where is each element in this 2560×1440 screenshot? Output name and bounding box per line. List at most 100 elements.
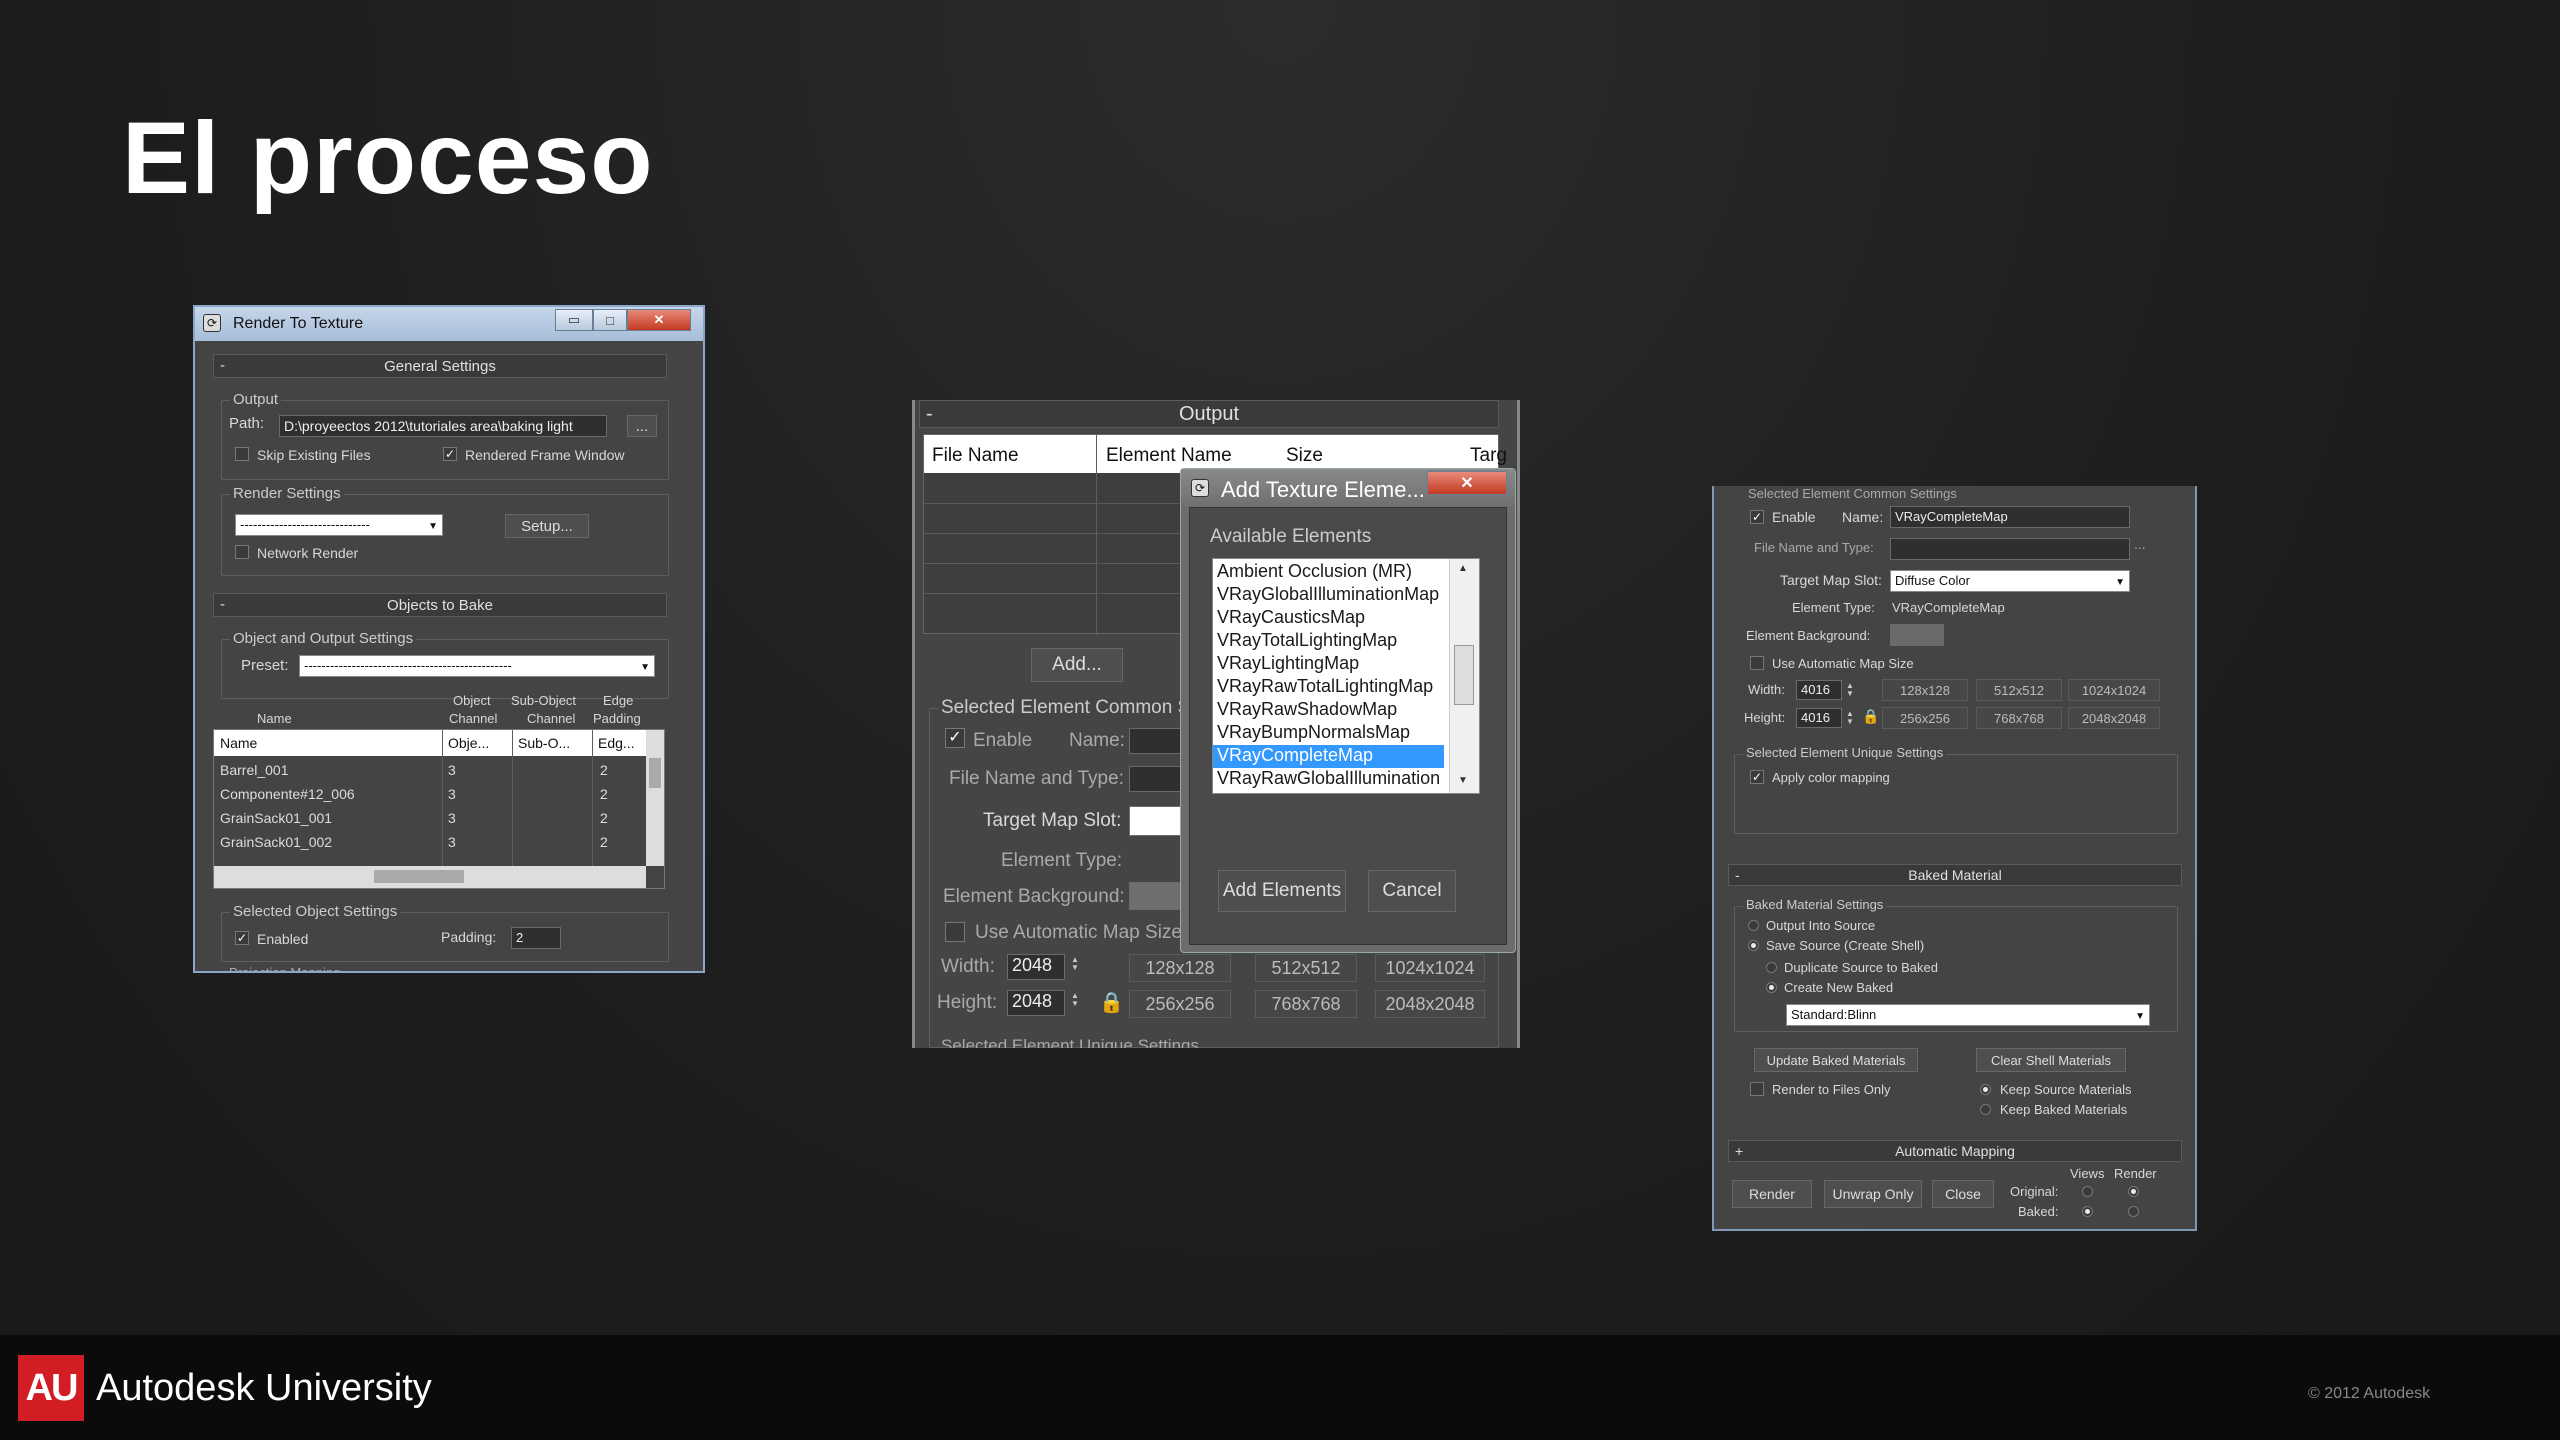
target-map-slot-dropdown[interactable]: Diffuse Color [1890,570,2130,592]
height-field[interactable]: 2048 [1007,990,1065,1016]
list-item[interactable]: VRayCausticsMap [1217,607,1365,630]
rendered-frame-window-checkbox[interactable]: ✓ [443,447,457,461]
list-item-selected[interactable]: VRayCompleteMap [1213,745,1444,768]
apply-color-mapping-checkbox[interactable]: ✓ [1750,770,1764,784]
size-256-button[interactable]: 256x256 [1129,990,1231,1018]
list-item[interactable]: VRayRawGlobalIllumination [1217,768,1440,791]
maximize-button[interactable]: □ [593,309,627,331]
list-item[interactable]: VRayBumpNormalsMap [1217,722,1410,745]
enabled-checkbox[interactable]: ✓ [235,931,249,945]
browse-button[interactable]: ... [2134,536,2146,552]
list-item[interactable]: VRayGlobalIlluminationMap [1217,584,1439,607]
width-spinner-icon[interactable]: ▲ ▼ [1846,682,1854,698]
list-item[interactable]: Ambient Occlusion (MR) [1217,561,1412,584]
window-titlebar[interactable]: ⟳ Render To Texture ▭ □ ✕ [195,307,703,341]
use-auto-map-size-checkbox[interactable] [945,922,965,942]
rollout-automatic-mapping[interactable]: + Automatic Mapping [1728,1140,2182,1162]
clear-shell-materials-button[interactable]: Clear Shell Materials [1976,1048,2126,1072]
original-render-radio[interactable] [2128,1186,2139,1197]
list-item[interactable]: VRayTotalLightingMap [1217,630,1397,653]
update-baked-materials-button[interactable]: Update Baked Materials [1754,1048,1918,1072]
dialog-close-button[interactable]: ✕ [1427,471,1507,495]
cancel-button[interactable]: Cancel [1368,870,1456,912]
height-field[interactable]: 4016 [1796,708,1842,728]
close-button[interactable]: Close [1932,1180,1994,1208]
path-field[interactable]: D:\proyeectos 2012\tutoriales area\bakin… [279,415,607,437]
keep-baked-materials-radio[interactable] [1980,1104,1991,1115]
close-button[interactable]: ✕ [627,309,691,331]
horizontal-scrollbar[interactable] [214,866,646,888]
render-preset-dropdown[interactable]: ------------------------------ [235,514,443,536]
dialog-titlebar[interactable]: ⟳ Add Texture Eleme... ✕ [1181,469,1515,507]
header-object-channel[interactable]: Obje... [448,735,489,751]
original-views-radio[interactable] [2082,1186,2093,1197]
network-render-checkbox[interactable] [235,545,249,559]
baked-render-radio[interactable] [2128,1206,2139,1217]
scroll-up-icon[interactable]: ▲ [1458,563,1468,574]
scrollbar-thumb[interactable] [1454,645,1474,705]
padding-field[interactable]: 2 [511,927,561,949]
use-auto-map-size-checkbox[interactable] [1750,656,1764,670]
minimize-button[interactable]: ▭ [555,309,593,331]
size-2048-button[interactable]: 2048x2048 [1375,990,1485,1018]
available-elements-list[interactable]: Ambient Occlusion (MR) VRayGlobalIllumin… [1212,558,1480,794]
width-field[interactable]: 2048 [1007,954,1065,980]
size-768-button[interactable]: 768x768 [1976,707,2062,729]
header-subobject-channel[interactable]: Sub-O... [518,735,570,751]
add-elements-button[interactable]: Add Elements [1218,870,1346,912]
rollout-general-settings[interactable]: - General Settings [213,354,667,378]
header-name[interactable]: Name [220,735,257,751]
rollout-objects-to-bake[interactable]: - Objects to Bake [213,593,667,617]
list-item[interactable]: VRayRawTotalLightingMap [1217,676,1433,699]
header-edge-padding[interactable]: Edg... [598,735,635,751]
size-2048-button[interactable]: 2048x2048 [2068,707,2160,729]
baked-views-radio[interactable] [2082,1206,2093,1217]
list-item[interactable]: VRayLightingMap [1217,653,1359,676]
size-128-button[interactable]: 128x128 [1129,954,1231,982]
list-item[interactable]: VRayRawShadowMap [1217,699,1397,722]
vertical-scrollbar[interactable] [646,730,664,866]
render-button[interactable]: Render [1732,1180,1812,1208]
size-1024-button[interactable]: 1024x1024 [1375,954,1485,982]
height-spinner-icon[interactable]: ▲ ▼ [1071,992,1079,1008]
rollout-output[interactable]: - Output [919,400,1499,428]
element-background-swatch[interactable] [1890,624,1944,646]
keep-source-materials-radio[interactable] [1980,1084,1991,1095]
enable-checkbox[interactable]: ✓ [945,728,965,748]
lock-icon[interactable]: 🔒 [1099,990,1124,1015]
output-into-source-radio[interactable] [1748,920,1759,931]
file-name-field[interactable] [1890,538,2130,560]
scrollbar-thumb[interactable] [649,758,661,788]
width-field[interactable]: 4016 [1796,680,1842,700]
render-to-files-only-checkbox[interactable] [1750,1082,1764,1096]
header-element-name[interactable]: Element Name [1106,445,1232,467]
list-scrollbar[interactable]: ▲ ▼ [1449,559,1479,793]
setup-button[interactable]: Setup... [505,514,589,538]
rollout-baked-material[interactable]: - Baked Material [1728,864,2182,886]
size-256-button[interactable]: 256x256 [1882,707,1968,729]
skip-existing-checkbox[interactable] [235,447,249,461]
scrollbar-thumb[interactable] [374,870,464,883]
browse-button[interactable]: ... [627,415,657,437]
size-1024-button[interactable]: 1024x1024 [2068,679,2160,701]
baked-material-type-dropdown[interactable]: Standard:Blinn [1786,1004,2150,1026]
enable-checkbox[interactable]: ✓ [1750,510,1764,524]
create-new-baked-radio[interactable] [1766,982,1777,993]
save-source-radio[interactable] [1748,940,1759,951]
size-512-button[interactable]: 512x512 [1255,954,1357,982]
scroll-down-icon[interactable]: ▼ [1458,775,1468,786]
duplicate-source-radio[interactable] [1766,962,1777,973]
header-target[interactable]: Targ [1470,445,1507,467]
header-size[interactable]: Size [1286,445,1323,467]
name-field[interactable]: VRayCompleteMap [1890,506,2130,528]
height-spinner-icon[interactable]: ▲ ▼ [1846,710,1854,726]
size-512-button[interactable]: 512x512 [1976,679,2062,701]
unwrap-only-button[interactable]: Unwrap Only [1824,1180,1922,1208]
size-768-button[interactable]: 768x768 [1255,990,1357,1018]
width-spinner-icon[interactable]: ▲ ▼ [1071,956,1079,972]
preset-dropdown[interactable]: ----------------------------------------… [299,655,655,677]
size-128-button[interactable]: 128x128 [1882,679,1968,701]
header-file-name[interactable]: File Name [932,445,1019,467]
add-element-button[interactable]: Add... [1031,648,1123,682]
lock-icon[interactable]: 🔒 [1862,708,1879,725]
